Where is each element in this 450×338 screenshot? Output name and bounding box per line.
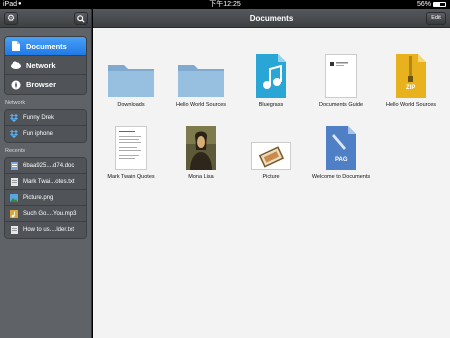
page-title: Documents: [249, 14, 294, 23]
status-bar: iPad ● 下午12:25 56%: [0, 0, 450, 9]
dropbox-icon: [10, 113, 18, 122]
recent-item[interactable]: 6baa925....d74.doc: [5, 158, 86, 174]
nav-item-documents[interactable]: Documents: [5, 37, 86, 56]
document-label: Hello World Sources: [385, 102, 437, 108]
recents-section-label: Recents: [5, 148, 26, 154]
recents-list: 6baa925....d74.doc Mark Twai...otes.txt …: [4, 157, 87, 239]
recent-item-label: How to us....lder.txt: [23, 227, 75, 233]
clock: 下午12:25: [209, 1, 241, 8]
nav-item-label: Browser: [26, 80, 57, 89]
recent-item-label: Mark Twai...otes.txt: [23, 178, 75, 185]
text-file-icon: [10, 177, 18, 186]
painting-thumbnail: [166, 118, 236, 170]
document-item[interactable]: Hello World Sources: [166, 46, 236, 109]
document-label: Mark Twain Quotes: [107, 174, 155, 180]
document-item[interactable]: Bluegrass: [236, 46, 306, 109]
document-label: Documents Guide: [318, 102, 364, 108]
music-file-icon: [236, 46, 306, 98]
document-item[interactable]: Mona Lisa: [166, 118, 236, 181]
recent-item-label: 6baa925....d74.doc: [23, 162, 75, 169]
zip-badge: ZIP: [406, 85, 416, 91]
main-panel: Documents Edit Downloads Hello World Sou…: [93, 9, 450, 338]
text-document-thumbnail: [96, 118, 166, 170]
nav-item-browser[interactable]: Browser: [5, 75, 86, 94]
document-item[interactable]: Mark Twain Quotes: [96, 118, 166, 181]
document-item[interactable]: Picture: [236, 118, 306, 181]
compass-icon: [11, 80, 21, 90]
battery-percent: 56%: [416, 1, 431, 8]
doc-file-icon: [10, 161, 18, 170]
document-item[interactable]: Documents Guide: [306, 46, 376, 109]
recent-item[interactable]: Picture.png: [5, 190, 86, 206]
folder-icon: [166, 46, 236, 98]
sidebar-toolbar: ⚙: [0, 9, 91, 28]
recent-item[interactable]: Such Go....You.mp3: [5, 206, 86, 222]
recent-item[interactable]: Mark Twai...otes.txt: [5, 174, 86, 190]
search-icon: [77, 15, 85, 23]
document-item[interactable]: Hello World Sources: [376, 46, 446, 109]
text-file-icon: [10, 226, 18, 234]
document-label: Bluegrass: [258, 102, 284, 108]
recent-item-label: Such Go....You.mp3: [23, 210, 77, 217]
pages-badge: PAG: [335, 157, 348, 163]
gear-icon: ⚙: [6, 13, 16, 23]
network-item-label: Funny Drek: [23, 114, 55, 121]
cloud-icon: [11, 60, 21, 70]
nav-item-network[interactable]: Network: [5, 56, 86, 75]
network-item[interactable]: Fun iphone: [5, 126, 86, 142]
main-toolbar: Documents Edit: [93, 9, 450, 28]
document-item[interactable]: Downloads: [96, 46, 166, 109]
edit-button[interactable]: Edit: [426, 12, 446, 25]
sidebar: ⚙ Documents Network Browser Network Funn…: [0, 9, 92, 338]
network-item-label: Fun iphone: [23, 131, 54, 137]
main-nav: Documents Network Browser: [4, 36, 87, 95]
network-item[interactable]: Funny Drek: [5, 110, 86, 126]
document-thumbnail: [306, 46, 376, 98]
search-button[interactable]: [74, 12, 88, 25]
settings-button[interactable]: ⚙: [4, 12, 18, 25]
dropbox-icon: [10, 130, 18, 138]
document-icon: [11, 41, 21, 51]
battery-icon: [433, 2, 446, 7]
network-list: Funny Drek Fun iphone: [4, 109, 87, 143]
document-label: Mona Lisa: [188, 174, 214, 180]
audio-file-icon: [10, 209, 18, 218]
picture-thumbnail: [236, 118, 306, 170]
document-label: Hello World Sources: [175, 102, 227, 108]
network-section-label: Network: [5, 100, 26, 106]
nav-item-label: Documents: [26, 41, 67, 51]
document-label: Welcome to Documents: [311, 174, 371, 180]
folder-icon: [96, 46, 166, 98]
document-label: Downloads: [117, 102, 145, 108]
nav-item-label: Network: [26, 60, 56, 70]
document-item[interactable]: Welcome to Documents: [306, 118, 376, 181]
document-label: Picture: [262, 174, 280, 180]
recent-item-label: Picture.png: [23, 194, 54, 201]
image-file-icon: [10, 193, 18, 202]
recent-item[interactable]: How to us....lder.txt: [5, 222, 86, 238]
